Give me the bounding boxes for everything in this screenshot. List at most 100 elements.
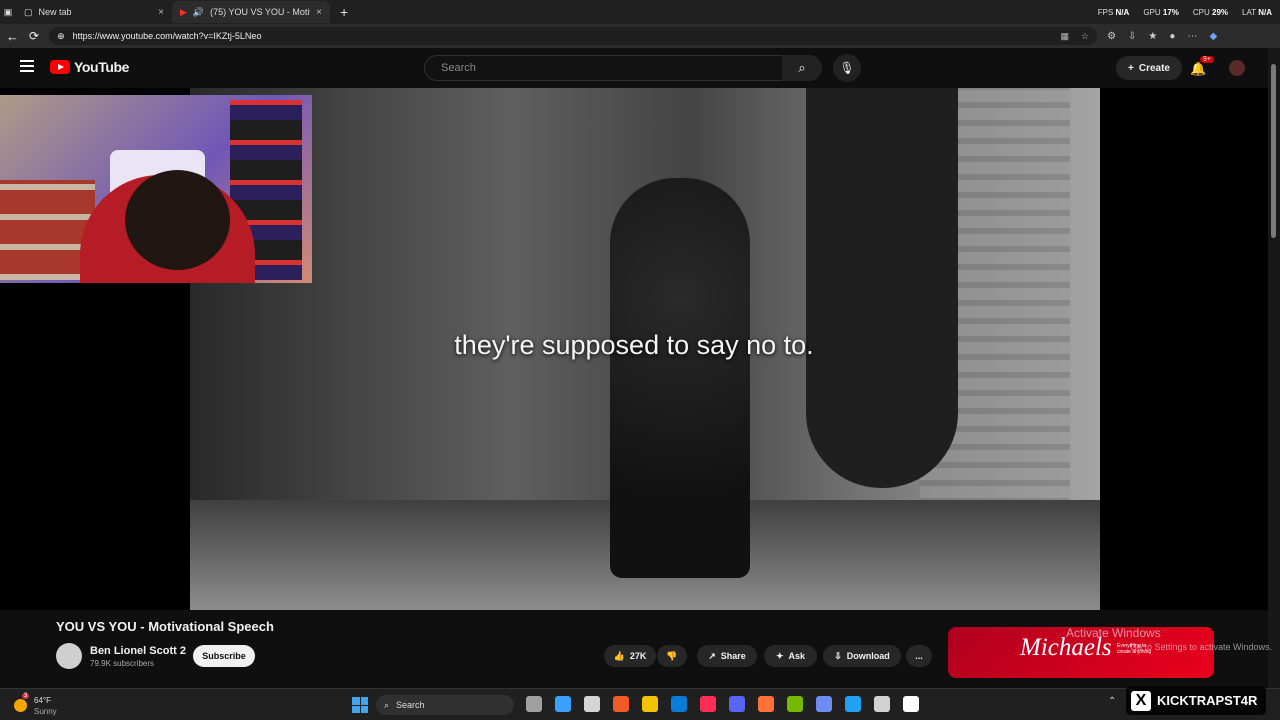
activate-windows-title: Activate Windows — [1066, 626, 1161, 640]
share-button[interactable]: ↗ Share — [697, 645, 757, 667]
new-tab-icon: ▢ — [24, 6, 33, 17]
x-kick-watermark: X KICKTRAPST4R — [1126, 686, 1266, 715]
taskbar-app-icon[interactable] — [874, 696, 890, 712]
dislike-button[interactable]: 👎 — [657, 645, 687, 667]
back-icon[interactable]: ← — [6, 29, 19, 44]
share-label: Share — [720, 651, 746, 661]
taskbar-app-icon[interactable] — [671, 696, 687, 712]
window-menu-icon[interactable]: ▣ — [0, 7, 16, 18]
taskbar-search-label: Search — [396, 700, 425, 710]
cpu-value: 29% — [1212, 7, 1229, 17]
tab-grid-icon[interactable]: ▦ — [1060, 31, 1069, 42]
ask-label: Ask — [788, 651, 806, 661]
tray-overflow-icon[interactable]: ⌃ — [1108, 696, 1116, 707]
ask-button[interactable]: ✦ Ask — [764, 645, 817, 667]
address-toolbar: ← ⟳ ⊕ https://www.youtube.com/watch?v=IK… — [0, 24, 1280, 48]
tab-youtube[interactable]: ▶ 🔊 (75) YOU VS YOU - Motivatio × — [172, 1, 330, 23]
temperature: 64°F — [34, 696, 51, 705]
tab-new-tab[interactable]: ▢ New tab × — [16, 1, 172, 23]
taskbar-app-icon[interactable] — [584, 696, 600, 712]
profile-icon[interactable]: ● — [1169, 31, 1175, 42]
refresh-icon[interactable]: ⟳ — [29, 29, 39, 43]
account-avatar[interactable] — [1229, 60, 1245, 76]
browser-tab-bar: ▣ ▢ New tab × ▶ 🔊 (75) YOU VS YOU - Moti… — [0, 0, 1280, 24]
download-button[interactable]: ⇩ Download — [823, 645, 901, 667]
thumbs-down-icon: 👎 — [666, 650, 678, 661]
downloads-icon[interactable]: ⇩ — [1128, 31, 1136, 42]
like-button[interactable]: 👍 27K — [604, 645, 656, 667]
taskbar-apps — [526, 696, 919, 712]
fps-value: N/A — [1115, 7, 1130, 17]
video-caption: they're supposed to say no to. — [454, 330, 814, 360]
like-count: 27K — [629, 651, 647, 661]
taskbar-app-icon[interactable] — [903, 696, 919, 712]
close-tab-button[interactable]: × — [158, 7, 164, 18]
site-info-icon[interactable]: ⊕ — [57, 31, 65, 42]
webcam-overlay — [0, 95, 312, 283]
cpu-label: CPU — [1192, 7, 1210, 17]
search-icon: ⌕ — [798, 60, 806, 75]
weather-condition: Sunny — [34, 707, 57, 716]
youtube-logo[interactable]: YouTube — [50, 59, 129, 75]
favorites-icon[interactable]: ★ — [1148, 31, 1157, 42]
extensions-icon[interactable]: ⚙ — [1107, 31, 1116, 42]
youtube-header: YouTube Search ⌕ 🎙 + Create 🔔 9+ — [0, 48, 1280, 88]
browser-menu-icon[interactable]: ⋯ — [1187, 31, 1197, 42]
star-icon[interactable]: ☆ — [1081, 31, 1089, 42]
taskbar-app-icon[interactable] — [526, 696, 542, 712]
taskbar-app-icon[interactable] — [758, 696, 774, 712]
menu-icon[interactable] — [20, 60, 34, 72]
kick-username: KICKTRAPST4R — [1157, 693, 1258, 708]
voice-search-button[interactable]: 🎙 — [833, 54, 861, 82]
create-button[interactable]: + Create — [1116, 56, 1182, 80]
channel-name[interactable]: Ben Lionel Scott 2 — [90, 645, 186, 657]
spark-icon: ✦ — [775, 650, 784, 661]
taskbar-app-icon[interactable] — [816, 696, 832, 712]
x-logo-icon: X — [1131, 690, 1151, 711]
taskbar-search[interactable]: ⌕ Search — [376, 695, 514, 715]
taskbar-app-icon[interactable] — [642, 696, 658, 712]
punching-bag — [806, 88, 958, 488]
thumbs-up-icon: 👍 — [613, 650, 625, 661]
windows-start-icon[interactable] — [352, 697, 368, 713]
plus-icon: + — [1128, 62, 1134, 74]
speaker-icon: 🔊 — [192, 6, 205, 17]
subscribe-button[interactable]: Subscribe — [193, 645, 255, 667]
download-label: Download — [846, 651, 890, 661]
taskbar-app-icon[interactable] — [700, 696, 716, 712]
taskbar-app-icon[interactable] — [613, 696, 629, 712]
gpu-label: GPU — [1143, 7, 1161, 17]
notification-bell-icon[interactable]: 🔔 — [1190, 61, 1206, 77]
youtube-tab-icon: ▶ — [180, 6, 187, 17]
new-tab-button[interactable]: + — [340, 4, 348, 20]
page-scrollbar[interactable] — [1268, 48, 1280, 688]
fps-label: FPS — [1097, 7, 1114, 17]
boxer-silhouette — [610, 178, 750, 578]
youtube-play-icon — [50, 60, 70, 74]
tab-label: New tab — [38, 7, 72, 17]
windows-taskbar: 3 64°F Sunny ⌕ Search ⌃ — [0, 688, 1280, 720]
taskbar-app-icon[interactable] — [729, 696, 745, 712]
search-input[interactable]: Search — [424, 55, 782, 81]
notification-badge: 9+ — [1200, 56, 1214, 63]
lat-label: LAT — [1242, 7, 1256, 17]
more-button[interactable]: ... — [906, 645, 932, 667]
more-icon: ... — [915, 651, 923, 661]
video-title: YOU VS YOU - Motivational Speech — [56, 619, 274, 634]
weather-widget[interactable]: 3 64°F Sunny — [12, 693, 76, 716]
scrollbar-thumb[interactable] — [1271, 64, 1276, 238]
youtube-logo-text: YouTube — [74, 59, 130, 75]
gpu-value: 17% — [1162, 7, 1179, 17]
address-bar[interactable]: ⊕ https://www.youtube.com/watch?v=IKZtj-… — [49, 27, 1098, 45]
performance-overlay: FPS N/A GPU 17% CPU 29% LAT N/A — [1098, 8, 1280, 17]
taskbar-app-icon[interactable] — [787, 696, 803, 712]
sun-icon — [14, 699, 27, 712]
taskbar-app-icon[interactable] — [555, 696, 571, 712]
channel-avatar[interactable] — [56, 643, 82, 669]
search-button[interactable]: ⌕ — [782, 55, 822, 81]
taskbar-app-icon[interactable] — [845, 696, 861, 712]
weather-badge: 3 — [22, 693, 30, 699]
close-tab-button[interactable]: × — [316, 7, 322, 18]
copilot-icon[interactable]: ◆ — [1209, 31, 1217, 42]
search-placeholder: Search — [441, 62, 476, 74]
